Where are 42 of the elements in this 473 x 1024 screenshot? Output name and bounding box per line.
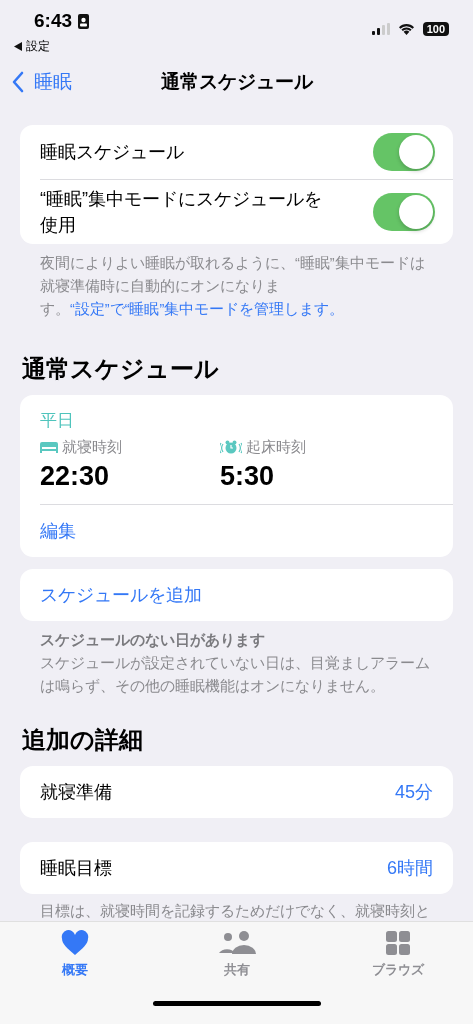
- settings-link[interactable]: “設定”で“睡眠”集中モードを管理します。: [70, 301, 345, 317]
- tab[interactable]: 概要: [30, 930, 120, 979]
- id-badge-icon: [78, 13, 90, 29]
- back-button[interactable]: 睡眠: [12, 69, 72, 95]
- time-label: 就寝時刻: [62, 438, 122, 457]
- detail-label: 睡眠目標: [40, 857, 112, 880]
- page-title: 通常スケジュール: [159, 70, 314, 94]
- detail-label: 就寝準備: [40, 781, 112, 804]
- footnote-text: 目標は、就寝時間を記録するためだけでなく、就寝時刻と: [40, 902, 431, 921]
- toggle-switch[interactable]: [373, 133, 435, 171]
- info-text: 夜間によりよい睡眠が取れるように、“睡眠”集中モードは就寝準備時に自動的にオンになります。“設定”で“睡眠”集中モードを管理します。: [40, 254, 426, 319]
- clock-time: 6:43: [34, 10, 73, 32]
- toggle-switch[interactable]: [373, 193, 435, 231]
- wifi-icon: [397, 23, 415, 35]
- alarm-clock-icon: [220, 440, 242, 455]
- time-value: 22:30: [40, 461, 111, 492]
- edit-link[interactable]: 編集: [40, 505, 76, 557]
- add-schedule-button[interactable]: スケジュールを追加: [20, 569, 453, 621]
- time-value: 5:30: [220, 461, 276, 492]
- detail-value: 45分: [394, 781, 433, 804]
- tab[interactable]: 共有: [191, 930, 282, 979]
- section-title: 通常スケジュール: [22, 354, 220, 384]
- detail-row[interactable]: 就寝準備 45分: [20, 766, 453, 818]
- days-label: 平日: [40, 410, 75, 432]
- heart-icon: [61, 930, 89, 956]
- back-triangle-icon: [14, 42, 22, 51]
- setting-label: “睡眠”集中モードにスケジュールを使用: [40, 188, 323, 237]
- detail-row[interactable]: 睡眠目標 6時間: [20, 842, 453, 894]
- time-label: 起床時刻: [246, 438, 306, 457]
- setting-label: 睡眠スケジュール: [40, 141, 185, 164]
- chevron-left-icon: [12, 71, 24, 93]
- bed-icon: [40, 442, 58, 453]
- detail-value: 6時間: [387, 857, 433, 880]
- section-title: 追加の詳細: [22, 725, 144, 755]
- battery-indicator: 100: [422, 22, 449, 36]
- tab[interactable]: ブラウズ: [353, 930, 443, 979]
- grid-icon: [384, 930, 412, 956]
- note-text: スケジュールが設定されていない日は、目覚ましアラームは鳴らず、その他の睡眠機能はオンになりません。: [40, 654, 431, 696]
- signal-icon: [371, 23, 390, 35]
- back-to-app-link[interactable]: 設定: [14, 38, 90, 55]
- people-icon: [216, 930, 257, 956]
- note-title: スケジュールのない日があります: [40, 631, 266, 650]
